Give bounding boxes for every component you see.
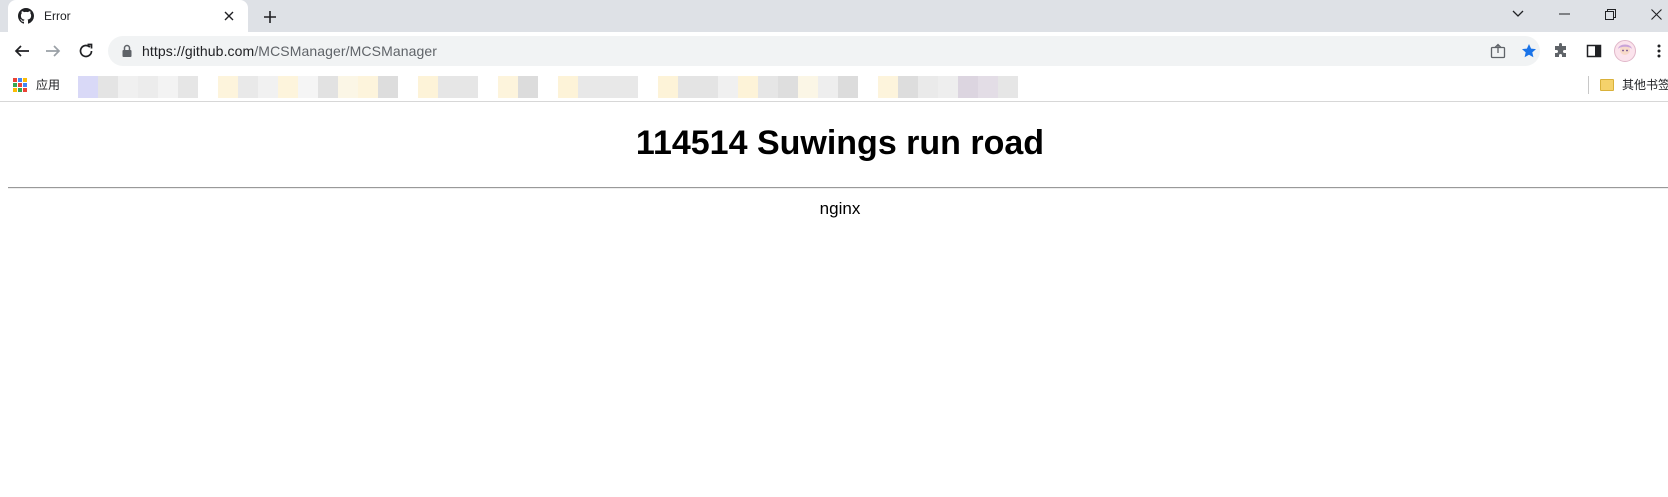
- menu-icon[interactable]: [1647, 39, 1668, 63]
- new-tab-button[interactable]: [259, 6, 281, 28]
- blurred-bookmarks: [78, 76, 1018, 98]
- tab-strip: Error: [0, 0, 1668, 32]
- other-bookmarks-label: 其他书签: [1622, 78, 1668, 92]
- tab-search-icon[interactable]: [1495, 0, 1541, 28]
- browser-toolbar: https://github.com/MCSManager/MCSManager: [0, 32, 1668, 70]
- apps-grid-icon: [13, 77, 27, 92]
- share-icon[interactable]: [1488, 41, 1508, 61]
- side-panel-icon[interactable]: [1582, 39, 1606, 63]
- forward-button[interactable]: [41, 39, 65, 63]
- back-button[interactable]: [10, 39, 34, 63]
- url-path: /MCSManager/MCSManager: [254, 43, 438, 59]
- restore-button[interactable]: [1587, 0, 1633, 28]
- page-heading: 114514 Suwings run road: [635, 124, 1045, 162]
- folder-icon: [1600, 78, 1614, 91]
- minimize-button[interactable]: [1541, 0, 1587, 28]
- lock-icon[interactable]: [120, 44, 134, 58]
- server-signature: nginx: [819, 199, 861, 218]
- github-icon: [18, 8, 34, 24]
- bookmark-star-icon[interactable]: [1519, 41, 1539, 61]
- address-bar[interactable]: https://github.com/MCSManager/MCSManager: [108, 36, 1540, 66]
- other-bookmarks[interactable]: 其他书签: [1588, 76, 1668, 94]
- reload-button[interactable]: [74, 39, 98, 63]
- tab-title: Error: [44, 9, 71, 23]
- extensions-icon[interactable]: [1549, 39, 1573, 63]
- url-host: https://github.com: [142, 43, 255, 59]
- avatar[interactable]: [1613, 39, 1637, 63]
- url-text[interactable]: https://github.com/MCSManager/MCSManager: [142, 43, 437, 59]
- bookmarks-separator: [1588, 76, 1589, 94]
- close-window-button[interactable]: [1633, 0, 1668, 28]
- page-content: 114514 Suwings run road nginx: [0, 103, 1668, 497]
- bookmarks-bar: 应用 其他书签: [0, 70, 1668, 102]
- close-tab-icon[interactable]: [220, 7, 238, 25]
- apps-label: 应用: [36, 78, 61, 92]
- divider: [8, 187, 1668, 189]
- tab-error[interactable]: Error: [8, 0, 248, 32]
- apps-shortcut[interactable]: 应用: [13, 76, 60, 93]
